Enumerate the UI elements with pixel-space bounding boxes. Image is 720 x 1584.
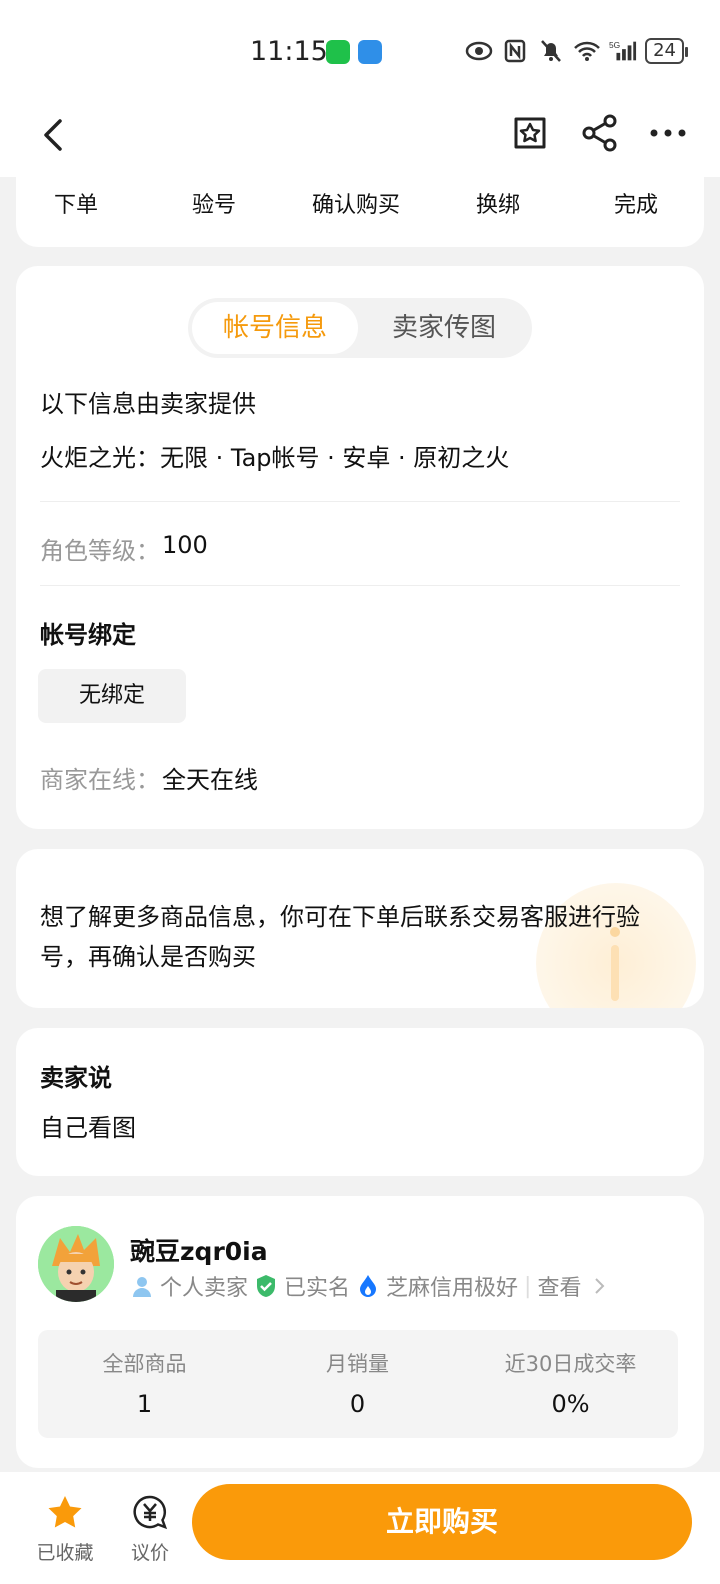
bargain-button[interactable]: 议价 — [124, 1494, 176, 1565]
provided-note: 以下信息由卖家提供 — [40, 390, 256, 418]
divider — [40, 585, 680, 586]
verified-shield-icon — [254, 1274, 278, 1298]
tag-personal-seller: 个人卖家 — [160, 1276, 249, 1301]
stat-deal-rate: 近30日成交率 0% — [504, 1352, 637, 1418]
view-seller-link[interactable]: 查看 — [537, 1270, 581, 1302]
sesame-credit-icon — [356, 1274, 380, 1298]
top-nav-bar — [0, 95, 720, 177]
favorite-icon[interactable] — [510, 113, 550, 153]
back-icon[interactable] — [34, 115, 74, 155]
status-time: 11:15 — [250, 36, 328, 67]
share-icon[interactable] — [580, 113, 620, 153]
seller-stats: 全部商品 1 月销量 0 近30日成交率 0% — [38, 1330, 678, 1438]
purchase-steps: 下单 验号 确认购买 换绑 完成 — [16, 177, 704, 247]
bargain-icon — [133, 1495, 168, 1530]
info-tab-switcher: 帐号信息 卖家传图 — [188, 298, 532, 358]
chevron-right-icon[interactable] — [587, 1274, 611, 1298]
tag-real-name: 已实名 — [284, 1276, 351, 1301]
seller-says-title: 卖家说 — [40, 1064, 112, 1092]
tag-credit: 芝麻信用极好 — [386, 1276, 519, 1301]
buy-now-button[interactable]: 立即购买 — [192, 1484, 692, 1560]
step-order: 下单 — [54, 193, 99, 218]
bottom-action-bar: 已收藏 议价 立即购买 — [0, 1472, 720, 1584]
tip-text: 想了解更多商品信息，你可在下单后联系交易客服进行验号，再确认是否购买 — [40, 903, 640, 971]
binding-value-chip: 无绑定 — [38, 669, 186, 723]
seller-name: 豌豆zqr0ia — [130, 1237, 268, 1266]
step-complete: 完成 — [614, 193, 659, 218]
favorited-button[interactable]: 已收藏 — [36, 1494, 94, 1565]
seller-says-card: 卖家说 自己看图 — [16, 1028, 704, 1176]
person-icon — [130, 1274, 154, 1298]
stat-monthly-sales: 月销量 0 — [326, 1352, 389, 1418]
more-icon[interactable] — [648, 113, 688, 153]
svg-text:5G: 5G — [609, 40, 620, 50]
weather-notification-icon — [358, 40, 382, 64]
verify-tip-card: 想了解更多商品信息，你可在下单后联系交易客服进行验号，再确认是否购买 — [16, 849, 704, 1008]
avatar[interactable] — [38, 1226, 114, 1302]
game-info-line: 火炬之光：无限 · Tap帐号 · 安卓 · 原初之火 — [40, 444, 510, 472]
online-value: 全天在线 — [162, 766, 258, 794]
status-icons: 5G 24 — [465, 38, 688, 64]
seller-card: 豌豆zqr0ia 个人卖家 已实名 芝麻信用极好 | 查看 全部商品 1 月销量… — [16, 1196, 704, 1468]
mute-bell-icon — [537, 38, 565, 64]
account-info-card: 帐号信息 卖家传图 以下信息由卖家提供 火炬之光：无限 · Tap帐号 · 安卓… — [16, 266, 704, 829]
star-filled-icon — [48, 1496, 82, 1528]
wifi-icon — [573, 38, 601, 64]
level-label: 角色等级： — [40, 537, 160, 565]
wechat-notification-icon — [326, 40, 350, 64]
seller-says-content: 自己看图 — [40, 1114, 136, 1142]
binding-title: 帐号绑定 — [40, 621, 136, 649]
step-rebind: 换绑 — [476, 193, 521, 218]
signal-5g-icon: 5G — [609, 38, 637, 64]
divider — [40, 501, 680, 502]
seller-tags: 个人卖家 已实名 芝麻信用极好 | 查看 — [130, 1270, 611, 1302]
step-verify: 验号 — [192, 193, 237, 218]
tab-seller-images[interactable]: 卖家传图 — [360, 302, 528, 354]
level-value: 100 — [162, 531, 208, 559]
eye-icon — [465, 38, 493, 64]
step-confirm: 确认购买 — [312, 193, 401, 218]
nfc-icon — [501, 38, 529, 64]
online-label: 商家在线： — [40, 766, 160, 794]
status-bar: 11:15 5G 24 — [0, 0, 720, 95]
tab-account-info[interactable]: 帐号信息 — [192, 302, 358, 354]
stat-all-products[interactable]: 全部商品 1 — [38, 1348, 251, 1418]
battery-indicator: 24 — [645, 38, 688, 64]
